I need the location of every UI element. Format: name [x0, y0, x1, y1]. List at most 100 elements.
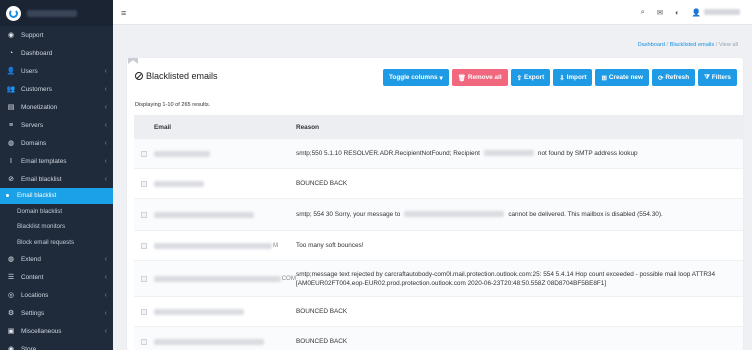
sidebar-subitem-block-email-requests[interactable]: Block email requests	[0, 235, 113, 251]
brand-name-redacted	[27, 9, 77, 17]
sidebar: ◉ Support ◔ Dashboard 👤 Users ‹ 👥 Customers ‹ ▤ Mon…	[0, 0, 113, 350]
sidebar-subitem-email-blacklist[interactable]: Email blacklist	[0, 188, 113, 204]
breadcrumb-dashboard[interactable]: Dashboard	[638, 42, 665, 48]
chevron-left-icon: ‹	[104, 67, 107, 75]
bookmark-icon	[128, 58, 138, 64]
sidebar-subitem-domain-blacklist[interactable]: Domain blacklist	[0, 204, 113, 220]
remove-all-button[interactable]: 🗑 Remove all	[451, 69, 508, 86]
user-name-redacted	[704, 9, 740, 15]
sidebar-item-label: Content	[21, 273, 44, 281]
active-dot-icon	[6, 194, 9, 198]
table-row[interactable]: BOUNCED BACK	[134, 169, 743, 199]
sidebar-item-label: Extend	[21, 255, 41, 263]
sidebar-item-domains[interactable]: ◍ Domains ‹	[0, 134, 113, 152]
toolbar: Toggle columns ▾ 🗑 Remove all ⇪ Export ⇩ Impor…	[383, 69, 737, 86]
sidebar-item-content[interactable]: ☰ Content ‹	[0, 268, 113, 286]
sidebar-item-dashboard[interactable]: ◔ Dashboard	[0, 44, 113, 62]
create-new-button[interactable]: ⊞ Create new	[595, 69, 649, 86]
export-button[interactable]: ⇪ Export	[510, 69, 551, 86]
toggle-columns-button[interactable]: Toggle columns ▾	[383, 69, 449, 86]
email-tail: COM	[281, 275, 296, 282]
breadcrumb-blacklisted-emails[interactable]: Blacklisted emails	[670, 42, 714, 48]
email-redacted	[154, 150, 210, 157]
row-checkbox[interactable]	[141, 242, 147, 249]
monetization-icon: ▤	[7, 104, 15, 111]
content-icon: ☰	[7, 274, 15, 281]
sidebar-item-email-blacklist[interactable]: ⊘ Email blacklist ‹	[0, 170, 113, 188]
email-redacted	[154, 211, 254, 218]
email-cell	[154, 211, 296, 218]
page-title: Blacklisted emails	[135, 71, 218, 81]
sidebar-subitem-blacklist-monitors[interactable]: Blacklist monitors	[0, 219, 113, 235]
sidebar-item-label: Locations	[21, 291, 49, 299]
blacklist-card: Blacklisted emails Toggle columns ▾ 🗑 Remo…	[127, 58, 743, 350]
contrast-icon[interactable]: ◐	[675, 8, 680, 17]
email-redacted	[154, 308, 244, 315]
customers-icon: 👥	[6, 86, 16, 93]
locations-icon: ◎	[7, 292, 15, 299]
refresh-button[interactable]: ⟳ Refresh	[651, 69, 696, 86]
button-label: Import	[566, 74, 587, 81]
row-checkbox[interactable]	[141, 211, 147, 218]
miscellaneous-icon: ▣	[7, 328, 15, 335]
table-row[interactable]: COM smtp;message text rejected by carcraf…	[134, 261, 743, 297]
button-label: Export	[523, 74, 545, 81]
sidebar-subitem-label: Domain blacklist	[17, 207, 63, 215]
filters-button[interactable]: ⧩ Filters	[698, 69, 737, 86]
chevron-left-icon: ‹	[104, 85, 107, 93]
sidebar-item-support[interactable]: ◉ Support	[0, 26, 113, 44]
row-checkbox[interactable]	[141, 150, 147, 157]
row-checkbox[interactable]	[141, 308, 147, 315]
email-templates-icon: I	[10, 157, 12, 165]
sidebar-item-label: Email blacklist	[21, 175, 62, 183]
reason-cell: smtp;550 5.1.10 RESOLVER.ADR.RecipientNo…	[296, 150, 638, 157]
sidebar-item-customers[interactable]: 👥 Customers ‹	[0, 80, 113, 98]
reason-cell: Too many soft bounces!	[296, 242, 364, 249]
reason-cell: BOUNCED BACK	[296, 308, 348, 315]
column-header-email[interactable]: Email	[154, 124, 296, 131]
brand[interactable]	[0, 0, 113, 26]
sidebar-item-store[interactable]: ◉ Store	[0, 340, 113, 350]
sidebar-item-locations[interactable]: ◎ Locations ‹	[0, 286, 113, 304]
filters-icon: ⧩	[704, 73, 710, 81]
caret-down-icon: ▾	[439, 74, 443, 82]
column-header-reason[interactable]: Reason	[296, 124, 319, 131]
sidebar-subitem-label: Email blacklist	[17, 192, 57, 200]
button-label: Refresh	[665, 74, 690, 81]
export-icon: ⇪	[516, 74, 522, 82]
user-menu[interactable]: 👤	[692, 8, 740, 17]
create-new-icon: ⊞	[601, 74, 607, 82]
sidebar-item-email-templates[interactable]: I Email templates ‹	[0, 152, 113, 170]
row-checkbox[interactable]	[141, 338, 147, 345]
dashboard-icon: ◔	[8, 49, 14, 57]
domains-icon: ◍	[7, 140, 15, 147]
table-row[interactable]: smtp;550 5.1.10 RESOLVER.ADR.RecipientNo…	[134, 139, 743, 169]
sidebar-item-extend[interactable]: ◍ Extend ‹	[0, 250, 113, 268]
sidebar-item-settings[interactable]: ⚙ Settings ‹	[0, 304, 113, 322]
sidebar-item-label: Servers	[21, 121, 44, 129]
recipient-redacted	[404, 211, 505, 218]
button-label: Create new	[608, 74, 643, 81]
table-row[interactable]: M Too many soft bounces!	[134, 231, 743, 261]
reason-cell: smtp;message text rejected by carcraftau…	[296, 270, 716, 287]
table-row[interactable]: smtp; 554 30 Sorry, your message to canno…	[134, 199, 743, 231]
email-cell: M	[154, 242, 296, 249]
table-row[interactable]: BOUNCED BACK	[134, 297, 743, 327]
import-button[interactable]: ⇩ Import	[553, 69, 593, 86]
sidebar-item-miscellaneous[interactable]: ▣ Miscellaneous ‹	[0, 322, 113, 340]
hamburger-menu-icon[interactable]: ≡	[121, 8, 126, 18]
search-icon[interactable]: ⌕	[641, 7, 645, 17]
extend-icon: ◍	[7, 256, 15, 263]
breadcrumb: Dashboard / Blacklisted emails / View al…	[637, 42, 738, 48]
reason-cell: BOUNCED BACK	[296, 180, 348, 187]
row-checkbox[interactable]	[141, 275, 147, 282]
remove-all-icon: 🗑	[457, 74, 466, 82]
row-checkbox[interactable]	[141, 180, 147, 187]
sidebar-subitem-label: Block email requests	[17, 238, 75, 246]
sidebar-item-users[interactable]: 👤 Users ‹	[0, 62, 113, 80]
mail-icon[interactable]: ✉	[657, 8, 663, 17]
table-row[interactable]: BOUNCED BACK	[134, 327, 743, 350]
sidebar-item-monetization[interactable]: ▤ Monetization ‹	[0, 98, 113, 116]
sidebar-item-servers[interactable]: ≡ Servers ‹	[0, 116, 113, 134]
ban-icon: ⊘	[8, 176, 14, 183]
